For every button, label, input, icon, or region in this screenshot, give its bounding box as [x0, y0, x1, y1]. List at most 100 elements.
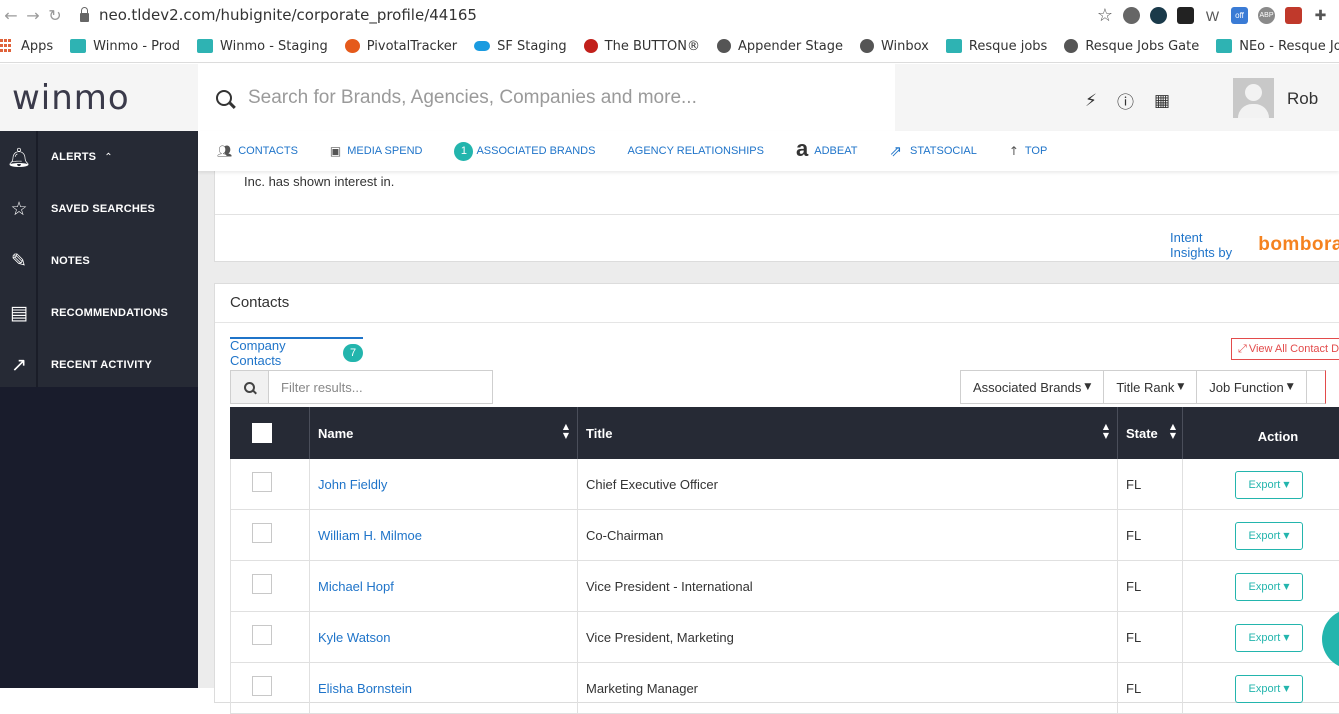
contact-title: Co-Chairman	[586, 528, 664, 543]
profile-section-nav: 👥︎ CONTACTS ▣ MEDIA SPEND 1 ASSOCIATED B…	[198, 131, 1339, 171]
bookmark-resque-jobs[interactable]: Resque jobs	[945, 39, 1047, 54]
avatar[interactable]	[1233, 78, 1274, 118]
bookmark-appender-stage[interactable]: Appender Stage	[717, 39, 843, 54]
extension-icon[interactable]	[1123, 7, 1140, 24]
filter-input[interactable]	[268, 370, 493, 404]
pivotal-icon	[344, 39, 360, 53]
intent-text: Inc. has shown interest in.	[244, 174, 395, 189]
extension-icon[interactable]	[1150, 7, 1167, 24]
intent-insights[interactable]: Intent Insights by bombora	[1170, 230, 1339, 260]
column-name[interactable]: Name ▲ ▼	[310, 407, 578, 459]
nav-agency-relationships[interactable]: AGENCY RELATIONSHIPS	[627, 145, 764, 157]
export-button[interactable]: Export ▼	[1235, 572, 1303, 601]
bookmark-resque-jobs-gate[interactable]: Resque Jobs Gate	[1064, 39, 1199, 54]
user-name[interactable]: Rob	[1287, 89, 1318, 109]
bombora-logo: bombora	[1258, 234, 1339, 255]
dropdown-associated-brands[interactable]: Associated Brands ▼	[960, 370, 1104, 404]
sidebar-item-recommendations[interactable]: ▤ RECOMMENDATIONS	[0, 287, 198, 339]
extensions-area: ☆ W off ABP ✚	[1097, 5, 1329, 26]
contact-name-link[interactable]: William H. Milmoe	[318, 528, 422, 543]
sort-icon[interactable]: ▲ ▼	[1170, 422, 1176, 440]
lightning-icon[interactable]: ⚡	[1085, 91, 1097, 111]
winmo-icon	[70, 39, 87, 53]
extension-badge-icon[interactable]: off	[1231, 7, 1248, 24]
caret-down-icon: ▼	[1283, 480, 1290, 489]
nav-adbeat[interactable]: a ADBEAT	[796, 136, 857, 162]
sidebar-item-alerts[interactable]: 🔔︎ ALERTS ⌃	[0, 131, 198, 183]
contact-name-link[interactable]: Kyle Watson	[318, 630, 391, 645]
row-checkbox[interactable]	[252, 471, 272, 492]
filter-search-button[interactable]	[230, 370, 268, 404]
bookmark-sf-staging[interactable]: SF Staging	[474, 39, 567, 54]
contact-name-link[interactable]: John Fieldly	[318, 477, 387, 492]
bookmark-neo-resque-jobs[interactable]: NEo - Resque Jobs	[1216, 39, 1339, 54]
export-button[interactable]: Export ▼	[1235, 521, 1303, 550]
row-checkbox[interactable]	[252, 573, 272, 594]
contact-name-link[interactable]: Elisha Bornstein	[318, 681, 412, 696]
contact-name-link[interactable]: Michael Hopf	[318, 579, 394, 594]
column-title[interactable]: Title ▲ ▼	[578, 407, 1118, 459]
puzzle-icon[interactable]: ✚	[1312, 7, 1329, 24]
contact-state: FL	[1126, 579, 1142, 594]
export-button[interactable]: Export ▼	[1235, 674, 1303, 703]
row-checkbox[interactable]	[252, 624, 272, 645]
table-header: Name ▲ ▼ Title ▲ ▼ State ▲ ▼ Action	[230, 407, 1339, 459]
export-button[interactable]: Export ▼	[1235, 623, 1303, 652]
nav-statsocial[interactable]: ⇗ STATSOCIAL	[889, 142, 976, 160]
url-text[interactable]: neo.tldev2.com/hubignite/corporate_profi…	[99, 6, 477, 24]
contact-title: Vice President - International	[586, 579, 753, 594]
caret-down-icon: ▼	[1283, 633, 1290, 642]
apps-grid-icon[interactable]: ▦	[1154, 91, 1170, 111]
nav-top[interactable]: ↑ TOP	[1009, 144, 1047, 158]
row-checkbox[interactable]	[252, 675, 272, 696]
extension-icon[interactable]	[1285, 7, 1302, 24]
adblock-icon[interactable]: ABP	[1258, 7, 1275, 24]
nav-media-spend[interactable]: ▣ MEDIA SPEND	[330, 144, 423, 158]
sidebar-menu: 🔔︎ ALERTS ⌃ ☆ SAVED SEARCHES ✎ NOTES ▤ R…	[0, 131, 198, 387]
dropdown-title-rank[interactable]: Title Rank ▼	[1103, 370, 1197, 404]
export-button[interactable]: Export ▼	[1235, 470, 1303, 499]
global-search	[198, 64, 895, 131]
sidebar-item-recent-activity[interactable]: ↗ RECENT ACTIVITY	[0, 339, 198, 391]
sidebar-item-saved-searches[interactable]: ☆ SAVED SEARCHES	[0, 183, 198, 235]
extension-icon[interactable]	[1177, 7, 1194, 24]
tab-company-contacts[interactable]: Company Contacts 7	[230, 337, 363, 368]
caret-down-icon: ▼	[1177, 382, 1185, 392]
extension-icon[interactable]: W	[1204, 7, 1221, 24]
search-input[interactable]	[248, 86, 848, 109]
bookmark-apps[interactable]: Apps	[0, 39, 53, 54]
sort-icon[interactable]: ▲ ▼	[1103, 422, 1109, 440]
select-all-checkbox[interactable]	[252, 423, 272, 443]
sidebar: 🔔︎ ALERTS ⌃ ☆ SAVED SEARCHES ✎ NOTES ▤ R…	[0, 131, 198, 688]
bookmark-the-button[interactable]: The BUTTON®	[583, 39, 700, 54]
contacts-title: Contacts	[230, 294, 290, 311]
nav-associated-brands[interactable]: 1 ASSOCIATED BRANDS	[454, 141, 595, 161]
salesforce-cloud-icon	[474, 41, 491, 51]
bookmark-winbox[interactable]: Winbox	[859, 39, 929, 54]
view-all-contacts-button[interactable]: ⤢ View All Contact D	[1231, 338, 1339, 360]
nav-contacts[interactable]: 👥︎ CONTACTS	[217, 144, 298, 158]
contact-state: FL	[1126, 477, 1142, 492]
bookmark-star-icon[interactable]: ☆	[1097, 5, 1113, 26]
address-bar[interactable]: neo.tldev2.com/hubignite/corporate_profi…	[80, 6, 477, 24]
contact-state: FL	[1126, 528, 1142, 543]
column-state[interactable]: State ▲ ▼	[1118, 407, 1183, 459]
back-icon[interactable]: ←	[0, 6, 22, 25]
users-icon: 👥︎	[217, 144, 233, 158]
bookmark-pivotaltracker[interactable]: PivotalTracker	[344, 39, 457, 54]
bookmark-winmo-prod[interactable]: Winmo - Prod	[70, 39, 180, 54]
chevron-up-icon[interactable]: ⌃	[104, 152, 112, 163]
money-icon: ▣	[329, 144, 342, 158]
forward-icon[interactable]: →	[22, 6, 44, 25]
help-icon[interactable]: ⓘ	[1117, 88, 1134, 113]
dropdown-more[interactable]	[1305, 370, 1326, 404]
search-icon	[216, 89, 232, 106]
dropdown-job-function[interactable]: Job Function ▼	[1196, 370, 1306, 404]
reload-icon[interactable]: ↻	[44, 6, 66, 25]
bookmark-winmo-staging[interactable]: Winmo - Staging	[197, 39, 328, 54]
row-checkbox[interactable]	[252, 522, 272, 543]
sidebar-item-notes[interactable]: ✎ NOTES	[0, 235, 198, 287]
sort-icon[interactable]: ▲ ▼	[563, 422, 569, 440]
arrow-up-icon: ↑	[1008, 144, 1019, 158]
winmo-logo[interactable]: winmo	[0, 64, 198, 131]
